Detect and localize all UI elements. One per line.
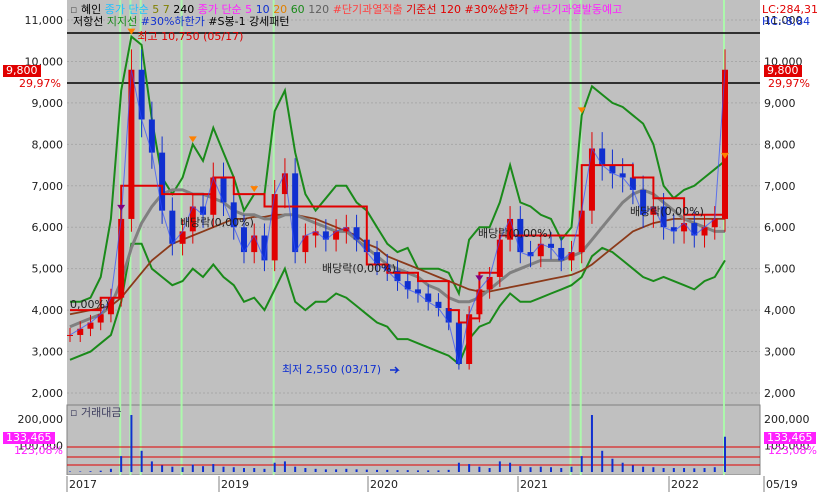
y-tick-left: 3,000 — [32, 346, 64, 359]
chart-window: 11,000 11,000 10,000 10,000 9,000 9,000 8,000 8… — [0, 0, 825, 494]
baseline-label: 기준선 120 — [406, 3, 461, 16]
x-tick-label: 2022 — [671, 478, 699, 491]
candle-body — [292, 173, 299, 253]
annotation-low: 최저 2,550 (03/17) — [282, 363, 381, 376]
ma-period-120: 120 — [308, 3, 330, 16]
price-plot-area — [67, 0, 760, 405]
volume-title: 거래대금 — [80, 406, 122, 419]
price-pct-left: 29,97% — [19, 77, 61, 90]
x-tick-label: 05/19 — [766, 478, 798, 491]
ma-period-60: 60 — [290, 3, 305, 16]
hc-value: HC:-8,84 — [762, 15, 811, 28]
signal-overheat: #단기과열적출 — [332, 3, 403, 16]
y-tick-left: 5,000 — [32, 263, 64, 276]
volume-panel-title: ▫ 거래대금 — [70, 406, 121, 419]
volume-tick-left: 200,000 — [18, 413, 64, 426]
y-tick-left: 8,000 — [32, 138, 64, 151]
y-tick-right: 9,000 — [764, 97, 796, 110]
y-tick-right: 2,000 — [764, 387, 796, 400]
candle-body — [148, 119, 155, 153]
volume-tick-right: 200,000 — [764, 413, 810, 426]
candle-body — [169, 210, 176, 244]
y-tick-right: 6,000 — [764, 221, 796, 234]
price-tag-right: 9,800 — [764, 65, 802, 77]
price-tag-left: 9,800 — [3, 65, 41, 77]
candle-body — [128, 69, 135, 219]
candle-body — [588, 148, 595, 211]
annotation-dividend-2: 배당락(0,00%) — [322, 262, 396, 275]
price-chart: 11,000 11,00010,000 10,0009,000 9,0008,000 8… — [0, 0, 825, 494]
chart-legend-line2: 저항선 지지선 #30%하한가 #S봉-1 강세패턴 — [73, 15, 290, 28]
annotation-dividend-0: 0,00%) — [70, 298, 109, 311]
x-tick-label: 2020 — [370, 478, 398, 491]
x-tick-label: 2019 — [221, 478, 249, 491]
annotation-dividend-3: 배당락(0,00%) — [478, 227, 552, 240]
signal-overheat-notice: #단기과열발동예고 — [532, 3, 623, 16]
price-pct-right: 29,97% — [768, 77, 810, 90]
candle-body — [455, 322, 462, 364]
y-tick-left: 9,000 — [32, 97, 64, 110]
signal-pattern: #S봉-1 강세패턴 — [208, 15, 290, 28]
y-tick-left: 11,000 — [25, 14, 64, 27]
y-tick-right: 8,000 — [764, 138, 796, 151]
candle-body — [67, 334, 73, 336]
annotation-dividend-1: 배당락(0,00%) — [180, 216, 254, 229]
y-tick-right: 7,000 — [764, 180, 796, 193]
support-label: 지지선 — [106, 15, 138, 28]
annotation-dividend-4: 배당락(0,00%) — [630, 205, 704, 218]
signal-limit-down: #30%하한가 — [140, 15, 205, 28]
y-tick-left: 2,000 — [32, 387, 64, 400]
y-tick-right: 4,000 — [764, 304, 796, 317]
x-tick-label: 2017 — [69, 478, 97, 491]
volume-tag-right: 133,465 — [764, 432, 816, 444]
y-tick-right: 5,000 — [764, 263, 796, 276]
y-tick-right: 3,000 — [764, 346, 796, 359]
volume-tag-left: 133,465 — [3, 432, 55, 444]
annotation-high: 최고 10,750 (05/17) — [137, 30, 243, 43]
y-tick-left: 6,000 — [32, 221, 64, 234]
x-axis-strip — [0, 475, 825, 494]
candle-body — [271, 194, 278, 261]
y-tick-left: 7,000 — [32, 180, 64, 193]
signal-limit-up: #30%상한가 — [464, 3, 529, 16]
candle-body — [159, 152, 166, 211]
y-tick-left: 4,000 — [32, 304, 64, 317]
resistance-label: 저항선 — [73, 15, 104, 28]
volume-box-icon: ▫ — [70, 406, 78, 419]
volume-pct-right: 123,08% — [768, 444, 817, 457]
candle-body — [138, 69, 145, 120]
x-tick-label: 2021 — [520, 478, 548, 491]
volume-pct-left: 123,08% — [14, 444, 63, 457]
